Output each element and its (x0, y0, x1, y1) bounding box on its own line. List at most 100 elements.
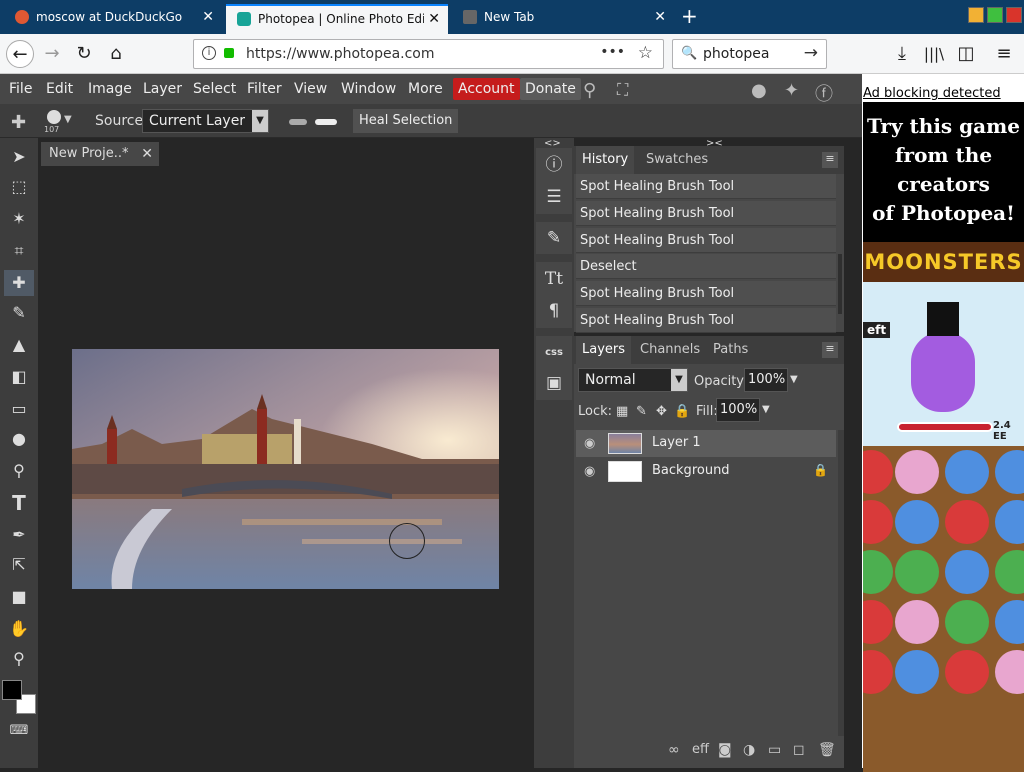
delete-layer-icon[interactable]: 🗑 (818, 742, 836, 758)
promo-banner[interactable]: Try this game from the creators of Photo… (863, 102, 1024, 242)
reddit-icon[interactable]: ● (751, 80, 767, 101)
reload-button[interactable]: ↻ (70, 40, 98, 68)
adjustment-layer-icon[interactable]: ◑ (743, 742, 755, 758)
search-box[interactable]: 🔍 photopea → (672, 39, 827, 69)
shape-tool-icon[interactable]: ■ (4, 584, 34, 610)
tab-swatches[interactable]: Swatches (640, 146, 714, 174)
brush-preset-icon[interactable] (47, 110, 61, 124)
menu-image[interactable]: Image (83, 78, 137, 100)
dodge-tool-icon[interactable]: ⚲ (4, 458, 34, 484)
tab-channels[interactable]: Channels (634, 336, 706, 364)
eraser-tool-icon[interactable]: ◧ (4, 364, 34, 390)
back-button[interactable]: ← (6, 40, 34, 68)
spot-healing-icon[interactable]: ✚ (11, 112, 26, 133)
fill-field[interactable]: 100% (716, 398, 760, 422)
marquee-tool-icon[interactable]: ⬚ (4, 174, 34, 200)
bookmark-star-icon[interactable]: ☆ (638, 43, 653, 63)
history-item[interactable]: Spot Healing Brush Tool (576, 228, 836, 253)
game-ad[interactable]: MOONSTERS eft 2.4 EE (863, 242, 1024, 772)
menu-select[interactable]: Select (188, 78, 241, 100)
gradient-tool-icon[interactable]: ▭ (4, 396, 34, 422)
image-canvas[interactable] (72, 349, 499, 589)
close-tab-icon[interactable]: ✕ (202, 4, 214, 30)
path-select-tool-icon[interactable]: ⇱ (4, 552, 34, 578)
forward-button[interactable]: → (38, 40, 66, 68)
tab-history[interactable]: History (576, 146, 635, 174)
search-input[interactable]: photopea (703, 46, 769, 62)
library-icon[interactable]: |||\ (920, 40, 948, 68)
maximize-button[interactable] (987, 7, 1003, 23)
history-item[interactable]: Spot Healing Brush Tool (576, 201, 836, 226)
sidebar-icon[interactable]: ◫ (952, 40, 980, 68)
account-button[interactable]: Account (453, 78, 520, 100)
brush-settings-icon[interactable]: ✎ (536, 223, 572, 253)
pen-tool-icon[interactable]: ✒ (4, 522, 34, 548)
close-tab-icon[interactable]: ✕ (654, 4, 666, 30)
close-document-icon[interactable]: ✕ (141, 142, 153, 166)
opacity-dropdown-arrow[interactable]: ▼ (790, 374, 798, 385)
panel-menu-icon[interactable]: ≡ (822, 152, 838, 168)
address-bar[interactable]: i https://www.photopea.com ••• ☆ (193, 39, 664, 69)
blur-tool-icon[interactable]: ● (4, 426, 34, 452)
lock-transparency-icon[interactable]: ▦ (616, 404, 628, 419)
tab-layers[interactable]: Layers (576, 336, 632, 364)
brush-hard-icon[interactable] (315, 119, 337, 125)
close-tab-icon[interactable]: ✕ (424, 6, 440, 32)
adjustments-icon[interactable]: ☰ (536, 182, 572, 212)
spot-healing-tool-icon[interactable]: ✚ (4, 270, 34, 296)
info-icon[interactable]: ⓘ (536, 150, 572, 180)
heal-selection-button[interactable]: Heal Selection (353, 109, 459, 133)
layer-row-layer-1[interactable]: ◉ Layer 1 (576, 430, 836, 457)
foreground-color-swatch[interactable] (2, 680, 22, 700)
brush-soft-icon[interactable] (289, 119, 307, 125)
lock-move-icon[interactable]: ✥ (656, 404, 667, 419)
document-tab[interactable]: New Proje..* ✕ (41, 142, 159, 166)
lock-paint-icon[interactable]: ✎ (636, 404, 647, 419)
menu-more[interactable]: More (403, 78, 448, 100)
menu-view[interactable]: View (289, 78, 332, 100)
menu-layer[interactable]: Layer (138, 78, 187, 100)
new-group-icon[interactable]: ▭ (768, 742, 781, 758)
fullscreen-icon[interactable]: ⛶ (617, 80, 628, 100)
menu-file[interactable]: File (4, 78, 37, 100)
twitter-icon[interactable]: ✦ (784, 80, 799, 101)
opacity-field[interactable]: 100% (744, 368, 788, 392)
source-select[interactable]: Current Layer ▼ (142, 109, 269, 133)
search-go-icon[interactable]: → (804, 43, 818, 63)
ad-blocking-link[interactable]: Ad blocking detected (863, 86, 1001, 101)
browser-tab-duckduckgo[interactable]: moscow at DuckDuckGo ✕ (4, 4, 222, 34)
hand-tool-icon[interactable]: ✋ (4, 616, 34, 642)
layer-row-background[interactable]: ◉ Background 🔒 (576, 458, 836, 485)
type-tool-icon[interactable]: T (4, 490, 34, 516)
paragraph-icon[interactable]: ¶ (536, 296, 572, 326)
tab-paths[interactable]: Paths (707, 336, 754, 364)
magic-wand-tool-icon[interactable]: ✶ (4, 206, 34, 232)
search-icon[interactable]: ⚲ (583, 80, 596, 101)
page-actions-icon[interactable]: ••• (600, 44, 625, 60)
home-button[interactable]: ⌂ (102, 40, 130, 68)
browser-tab-new[interactable]: New Tab ✕ (452, 4, 674, 34)
move-tool-icon[interactable]: ➤ (4, 144, 34, 170)
history-item[interactable]: Deselect (576, 254, 836, 279)
stamp-tool-icon[interactable]: ▲ (4, 332, 34, 358)
zoom-tool-icon[interactable]: ⚲ (4, 646, 34, 672)
visibility-eye-icon[interactable]: ◉ (584, 464, 595, 479)
close-window-button[interactable] (1006, 7, 1022, 23)
image-icon[interactable]: ▣ (536, 368, 572, 398)
brush-dropdown-arrow[interactable]: ▼ (64, 114, 72, 125)
css-icon[interactable]: css (536, 338, 572, 368)
lock-all-icon[interactable]: 🔒 (674, 404, 690, 419)
url-text[interactable]: https://www.photopea.com (246, 46, 435, 62)
panel-menu-icon[interactable]: ≡ (822, 342, 838, 358)
new-layer-icon[interactable]: ◻ (793, 742, 805, 758)
minimize-button[interactable] (968, 7, 984, 23)
link-layers-icon[interactable]: ∞ (668, 742, 680, 758)
blend-mode-select[interactable]: Normal ▼ (578, 368, 688, 392)
crop-tool-icon[interactable]: ⌗ (4, 238, 34, 264)
menu-filter[interactable]: Filter (242, 78, 287, 100)
visibility-eye-icon[interactable]: ◉ (584, 436, 595, 451)
layer-mask-icon[interactable]: ◙ (718, 742, 732, 758)
keyboard-icon[interactable]: ⌨ (4, 718, 34, 744)
character-icon[interactable]: Tt (536, 264, 572, 294)
menu-window[interactable]: Window (336, 78, 401, 100)
